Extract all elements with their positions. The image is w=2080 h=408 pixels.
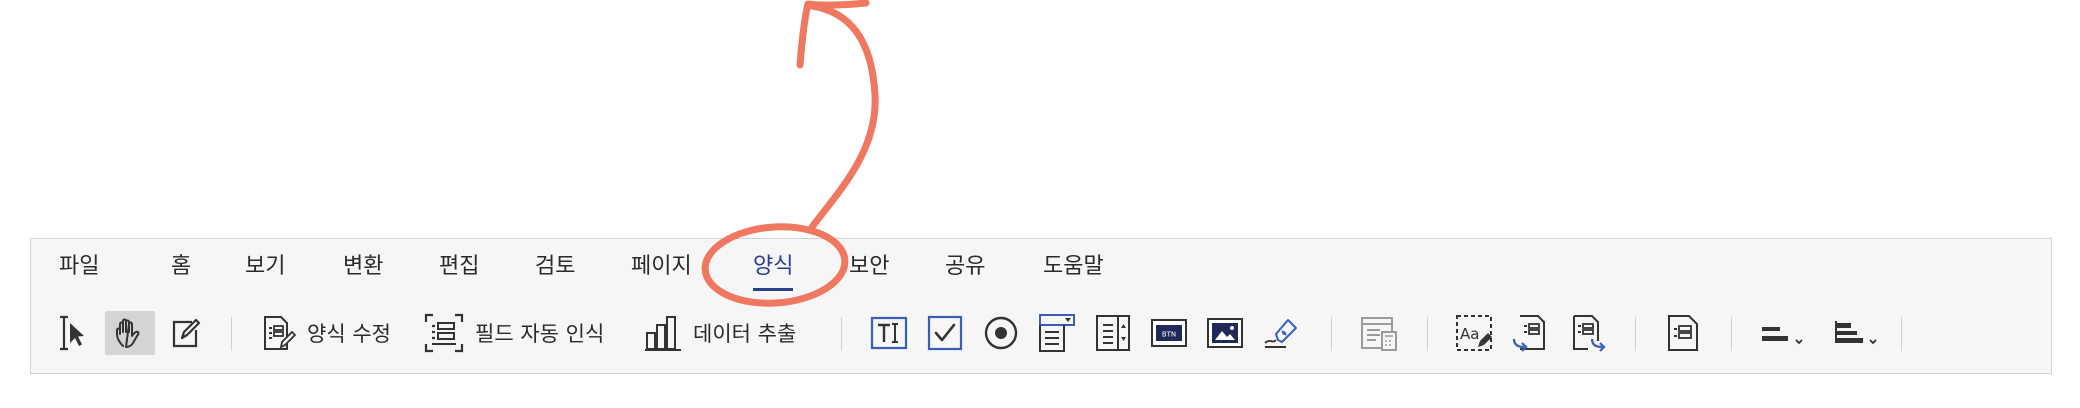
text-field-icon [870,316,908,350]
signature-pen-icon [1264,319,1297,348]
radio-button-tool[interactable] [979,311,1023,355]
hand-tool[interactable] [105,311,155,355]
edit-form-label: 양식 수정 [307,322,391,346]
separator [1427,317,1428,351]
text-select-tool[interactable] [51,311,91,355]
tab-review[interactable]: 검토 [535,249,575,285]
align-bars-icon [1835,321,1877,345]
bar-chart-icon [645,316,681,351]
list-box-icon [1096,315,1130,351]
signature-field-tool[interactable] [1259,311,1303,355]
button-field-icon: BTN [1151,319,1187,347]
tab-help[interactable]: 도움말 [1043,249,1104,285]
checkbox-icon [927,315,963,351]
button-field-text: BTN [1162,331,1176,339]
list-box-tool[interactable] [1091,311,1135,355]
data-extract-label: 데이터 추출 [693,322,797,346]
tab-file[interactable]: 파일 [59,249,99,285]
field-style-icon: Aa [1456,315,1492,351]
image-icon [1207,318,1243,348]
tab-security[interactable]: 보안 [849,249,889,285]
form-document-icon [1668,315,1698,351]
field-appearance-tool[interactable]: Aa [1451,311,1497,355]
dropdown-list-tool[interactable] [1035,311,1079,355]
form-edit-icon [264,316,297,350]
chevron-down-icon [1795,339,1803,345]
annotation-arrow-head [796,0,870,69]
field-detect-icon [424,313,464,353]
separator [1635,317,1636,351]
dropdown-list-icon [1039,314,1075,352]
separator [231,317,232,351]
text-cursor-icon [60,315,84,351]
separator [1901,317,1902,351]
svg-text:Aa: Aa [1460,325,1479,343]
calculate-fields-tool [1357,311,1401,355]
export-data-icon [1573,315,1606,352]
align-fields-dropdown[interactable] [1751,311,1811,355]
edit-form-button[interactable]: 양식 수정 [257,311,407,355]
text-field-tool[interactable] [867,311,911,355]
tab-convert[interactable]: 변환 [343,249,383,285]
form-calculator-icon [1361,317,1397,351]
chevron-down-icon [1869,339,1877,345]
form-properties-tool[interactable] [1661,311,1705,355]
edit-tool[interactable] [163,311,207,355]
hand-icon [116,318,140,348]
tab-view[interactable]: 보기 [245,249,285,285]
auto-detect-fields-label: 필드 자동 인식 [475,322,605,346]
import-data-icon [1512,315,1545,352]
image-field-tool[interactable] [1203,311,1247,355]
import-form-data-tool[interactable] [1509,311,1553,355]
annotation-arrow-line [808,2,879,231]
checkbox-tool[interactable] [923,311,967,355]
tab-edit[interactable]: 편집 [439,249,479,285]
tab-share[interactable]: 공유 [945,249,985,285]
radio-button-icon [984,316,1018,350]
tab-forms[interactable]: 양식 [753,249,794,291]
tab-home[interactable]: 홈 [171,249,191,285]
tab-page[interactable]: 페이지 [631,249,692,285]
separator [841,317,842,351]
active-tab-indicator [753,288,794,291]
button-field-tool[interactable]: BTN [1147,311,1191,355]
separator [1731,317,1732,351]
align-left-icon [1762,327,1803,345]
ribbon: 파일 홈 보기 변환 편집 검토 페이지 양식 보안 공유 도움말 양식 수정 … [30,238,2052,374]
data-extract-button[interactable]: 데이터 추출 [643,311,813,355]
tab-forms-label: 양식 [753,254,794,279]
distribute-fields-dropdown[interactable] [1825,311,1885,355]
separator [1331,317,1332,351]
edit-pencil-icon [172,318,201,348]
export-form-data-tool[interactable] [1565,311,1609,355]
auto-detect-fields-button[interactable]: 필드 자동 인식 [423,311,623,355]
